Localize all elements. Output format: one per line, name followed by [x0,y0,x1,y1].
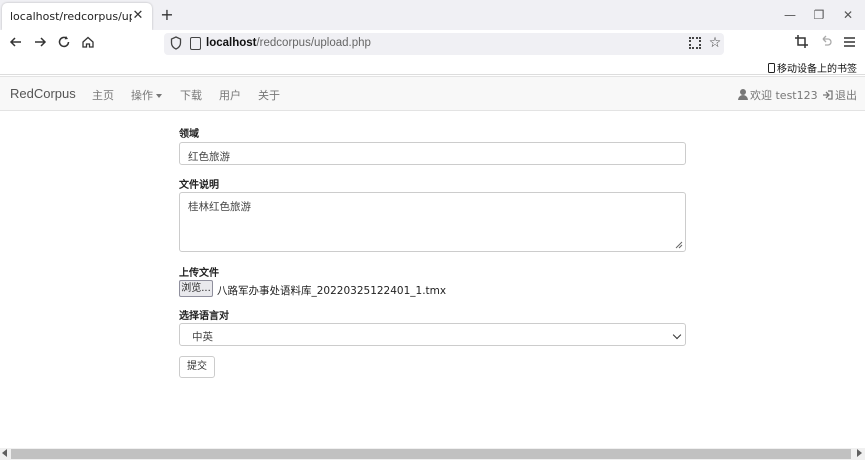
scrollbar-thumb[interactable] [11,449,851,459]
upload-label: 上传文件 [179,268,219,279]
mobile-bookmarks[interactable]: 移动设备上的书签 [768,60,857,75]
browse-button[interactable]: 浏览... [179,280,213,297]
nav-about[interactable]: 关于 [258,87,280,103]
nav-home[interactable]: 主页 [92,87,114,103]
nav-operations-label: 操作 [131,89,153,102]
phone-icon [768,62,775,73]
logout-icon [822,90,833,100]
nav-logout[interactable]: 退出 [822,87,857,103]
url-path: /redcorpus/upload.php [256,37,371,49]
nav-users[interactable]: 用户 [219,87,241,103]
close-tab-icon[interactable]: ✕ [131,8,145,24]
menu-icon[interactable] [840,35,858,53]
browser-tab[interactable]: localhost/redcorpus/upload.php ✕ [2,3,152,30]
domain-input[interactable]: 红色旅游 [179,142,686,165]
screenshot-icon[interactable] [792,35,810,53]
window-close-icon[interactable]: ✕ [840,7,856,23]
url-host: localhost [206,37,257,49]
bookmark-star-icon[interactable]: ☆ [707,34,723,52]
bookmarks-bar [0,58,865,75]
brand-link[interactable]: RedCorpus [10,86,76,101]
app-navbar [0,76,865,111]
restore-icon[interactable]: ❐ [811,7,827,23]
nav-download[interactable]: 下载 [180,87,202,103]
language-pair-select[interactable]: 中英 [179,323,686,346]
selected-file-name: 八路军办事处语料库_20220325122401_1.tmx [217,285,447,297]
tab-title: localhost/redcorpus/upload.php [10,10,132,23]
logout-label: 退出 [835,89,857,102]
welcome-text: 欢迎 test123 [750,89,818,102]
language-pair-value: 中英 [192,331,213,343]
submit-button[interactable]: 提交 [179,356,215,378]
resize-grip-icon[interactable] [675,241,683,249]
description-value: 桂林红色旅游 [188,201,251,213]
url-text[interactable]: localhost/redcorpus/upload.php [206,37,371,49]
back-icon[interactable] [7,35,25,53]
user-icon [738,89,748,100]
qr-code-icon[interactable] [689,37,701,49]
new-tab-button[interactable]: + [158,6,176,24]
caret-down-icon [156,94,162,98]
forward-icon[interactable] [31,35,49,53]
minimize-icon[interactable]: — [782,7,798,23]
undo-icon[interactable] [816,35,834,53]
scroll-left-icon[interactable] [2,449,7,457]
scroll-right-icon[interactable] [857,449,862,457]
home-icon[interactable] [79,35,97,53]
domain-label: 领域 [179,129,199,140]
reload-icon[interactable] [55,35,73,53]
description-label: 文件说明 [179,180,219,191]
mobile-bookmarks-label: 移动设备上的书签 [777,64,857,75]
chevron-down-icon [672,330,682,340]
language-pair-label: 选择语言对 [179,311,229,322]
shield-icon[interactable] [170,36,184,52]
description-textarea[interactable]: 桂林红色旅游 [179,192,686,252]
nav-operations[interactable]: 操作 [131,87,162,103]
page-icon [190,37,201,50]
nav-welcome[interactable]: 欢迎 test123 [738,87,818,103]
